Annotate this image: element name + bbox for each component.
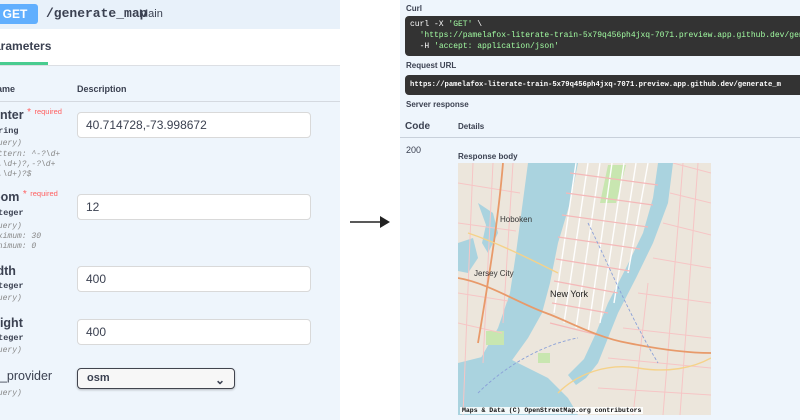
header-divider	[0, 101, 340, 102]
request-url-label: Request URL	[406, 61, 457, 70]
required-star: *	[27, 107, 31, 118]
operation-path: /generate_map	[46, 6, 148, 21]
tab-bar: arameters	[0, 29, 340, 66]
param-in-width: query)	[0, 294, 22, 303]
param-name-center: enter * required	[0, 107, 62, 122]
required-star: *	[22, 189, 27, 200]
param-pattern-center-3: \.\d+)?$	[0, 170, 32, 179]
curl-label: Curl	[406, 4, 422, 13]
param-in-center: query)	[0, 139, 22, 148]
map-label-hoboken: Hoboken	[500, 215, 532, 224]
details-column-header: Details	[458, 122, 485, 131]
height-input[interactable]	[77, 319, 311, 345]
required-label: required	[30, 189, 58, 198]
column-header-description: Description	[77, 84, 127, 94]
server-response-label: Server response	[406, 100, 469, 109]
right-arrow-icon	[350, 216, 390, 228]
response-status-code: 200	[406, 145, 422, 155]
operation-summary-bar[interactable]: GET /generate_map Main	[0, 0, 340, 30]
response-map-image: Hoboken Jersey City New York Maps & Data…	[458, 163, 711, 415]
swagger-operation-panel: GET /generate_map Main arameters ame Des…	[0, 0, 340, 420]
code-column-header: Code	[405, 121, 430, 132]
param-in-height: query)	[0, 346, 22, 355]
map-graphic: Hoboken Jersey City New York	[458, 163, 711, 415]
param-type-zoom: nteger	[0, 208, 24, 218]
zoom-input[interactable]	[77, 194, 311, 220]
param-minimum-zoom: inimum: 0	[0, 242, 37, 251]
param-in-tile-provider: query)	[0, 389, 22, 398]
required-label: required	[34, 107, 62, 116]
tab-parameters[interactable]: arameters	[0, 39, 51, 53]
column-header-name: ame	[0, 84, 16, 94]
chevron-down-icon: ⌄	[214, 373, 225, 387]
http-method-badge: GET	[0, 4, 38, 24]
center-input[interactable]	[77, 112, 311, 138]
param-type-width: nteger	[0, 281, 24, 291]
param-maximum-zoom: aximum: 30	[0, 232, 42, 241]
param-pattern-center: attern: ^-?\d+	[0, 150, 61, 159]
param-type-center: tring	[0, 126, 19, 136]
param-name-height: eight	[0, 316, 23, 330]
tab-active-indicator	[0, 62, 48, 65]
operation-summary: Main	[139, 8, 163, 20]
map-attribution: Maps & Data (C) OpenStreetMap.org contri…	[460, 407, 644, 414]
tile-provider-select[interactable]: osm ⌄	[77, 368, 235, 389]
tile-provider-selected: osm	[87, 372, 110, 384]
param-name-width: idth	[0, 264, 16, 278]
param-in-zoom: query)	[0, 222, 22, 231]
map-label-new-york: New York	[550, 289, 589, 299]
width-input[interactable]	[77, 266, 311, 292]
curl-code-block[interactable]: curl -X 'GET' \ 'https://pamelafox-liter…	[405, 16, 800, 56]
param-type-height: nteger	[0, 333, 24, 343]
map-label-jersey-city: Jersey City	[474, 269, 514, 278]
request-url-block[interactable]: https://pamelafox-literate-train-5x79q45…	[405, 75, 800, 95]
response-panel: Curl curl -X 'GET' \ 'https://pamelafox-…	[400, 0, 800, 420]
response-body-label: Response body	[458, 152, 518, 161]
param-pattern-center-2: \.\d+)?,-?\d+	[0, 160, 56, 169]
param-name-zoom: oom * required	[0, 189, 58, 204]
param-name-tile-provider: e_provider	[0, 369, 53, 383]
response-header-divider	[400, 137, 800, 138]
